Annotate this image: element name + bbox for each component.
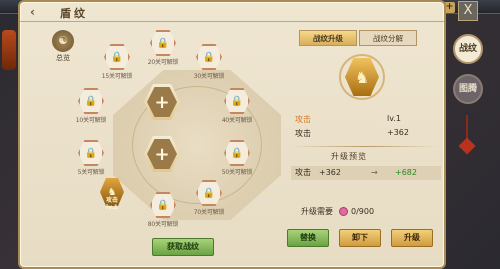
rune-slot-10[interactable]: 🔒 10关可解锁 [66,88,116,124]
lock-icon: 🔒 [156,37,170,49]
side-tab-rune[interactable]: 战纹 [453,34,483,64]
slot-label: 10关可解锁 [75,117,107,124]
preview-stat-name: 攻击 [295,168,311,177]
arrow-right-icon: → [371,168,378,177]
stat-name: 攻击 [295,129,311,138]
equipped-rune-name: 攻击 [105,197,118,204]
preview-current-value: +362 [319,168,341,177]
rune-slot-80[interactable]: 🔒 80关可解锁 [138,192,188,228]
lock-icon: 🔒 [230,147,244,159]
lock-icon: 🔒 [202,187,216,199]
preview-next-value: +682 [395,168,417,177]
tab-rune-decompose[interactable]: 战纹分解 [359,30,417,46]
close-button[interactable]: X [458,1,478,21]
divider [291,146,439,147]
rune-slot-30[interactable]: 🔒 30关可解锁 [184,44,234,80]
unequip-button[interactable]: 卸下 [339,229,381,247]
lock-icon: 🔒 [110,51,124,63]
add-icon: + [147,139,177,169]
rune-slot-15[interactable]: 🔒 15关可解锁 [92,44,142,80]
overview-button[interactable]: ☯ 总览 [48,30,78,63]
side-tab-totem[interactable]: 图腾 [453,74,483,104]
upgrade-preview-title: 升级预览 [331,152,367,161]
overview-icon: ☯ [52,30,74,52]
slot-label: 20关可解锁 [147,59,179,66]
rune-level: lv.1 [387,114,401,123]
rune-slot-20[interactable]: 🔒 20关可解锁 [138,30,188,66]
get-rune-button[interactable]: 获取战纹 [152,238,214,256]
detail-tabs: 战纹升级 战纹分解 [299,30,417,46]
equipped-rune-label: 攻击 lv.1 [98,195,126,211]
slot-label: 50关可解锁 [221,169,253,176]
tab-rune-upgrade[interactable]: 战纹升级 [299,30,357,46]
upgrade-button[interactable]: 升级 [391,229,433,247]
cost-label: 升级需要 [301,207,333,216]
cost-value: 0/900 [351,207,375,216]
rune-essence-icon [339,207,348,216]
rune-slot-5[interactable]: 🔒 5关可解锁 [66,140,116,176]
lock-icon: 🔒 [202,51,216,63]
rune-name: 攻击 [295,115,311,124]
lock-icon: 🔒 [84,95,98,107]
rune-slot-70[interactable]: 🔒 70关可解锁 [184,180,234,216]
overview-label: 总览 [56,54,70,62]
slot-label: 5关可解锁 [77,169,105,176]
replace-button[interactable]: 替换 [287,229,329,247]
tassel-knot-decoration [458,137,476,155]
panel-title-bar: ‹ 盾纹 [20,2,444,22]
rune-detail-panel: 战纹升级 战纹分解 ♞ 攻击 lv.1 攻击 +362 升级预览 攻击 +362… [283,24,443,264]
slot-label: 30关可解锁 [193,73,225,80]
equipped-rune-level: lv.1 [106,204,118,211]
page-title: 盾纹 [60,7,88,20]
slot-label: 15关可解锁 [101,73,133,80]
slot-label: 80关可解锁 [147,221,179,228]
upgrade-preview-row: 攻击 +362 → +682 [291,166,441,180]
lock-icon: 🔒 [156,199,170,211]
slot-label: 70关可解锁 [193,209,225,216]
rune-slot-50[interactable]: 🔒 50关可解锁 [212,140,262,176]
upgrade-cost: 升级需要 0/900 [301,206,374,217]
stat-value: +362 [387,128,409,137]
back-arrow-icon[interactable]: ‹ [30,5,48,19]
lock-icon: 🔒 [84,147,98,159]
rune-slot-40[interactable]: 🔒 40关可解锁 [212,88,262,124]
add-icon: + [147,87,177,117]
slot-label: 40关可解锁 [221,117,253,124]
lock-icon: 🔒 [230,95,244,107]
lantern-decoration [2,30,16,70]
